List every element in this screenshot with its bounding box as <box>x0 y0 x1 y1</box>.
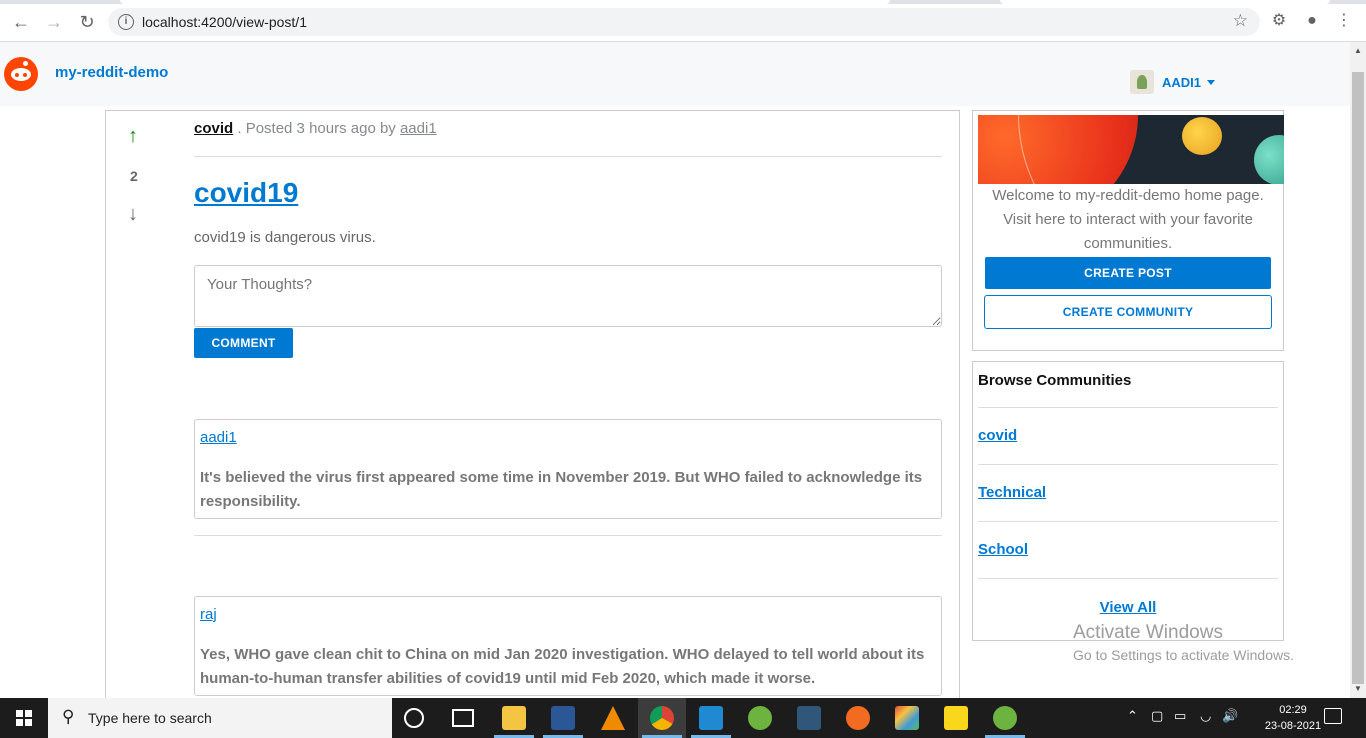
divider <box>978 578 1278 579</box>
tab-strip <box>0 0 1366 4</box>
community-link-school[interactable]: School <box>978 541 1028 558</box>
word-icon[interactable] <box>551 706 575 730</box>
scroll-thumb[interactable] <box>1352 72 1364 684</box>
username-label[interactable]: AADI1 <box>1162 75 1201 90</box>
notification-icon[interactable] <box>1324 708 1342 724</box>
clock-time: 02:29 <box>1279 704 1307 716</box>
post-card: ↑ 2 ↓ covid . Posted 3 hours ago by aadi… <box>105 110 960 710</box>
app-header: my-reddit-demo AADI1 <box>0 42 1350 106</box>
taskbar-search-placeholder[interactable]: Type here to search <box>88 710 212 726</box>
comment-button[interactable]: COMMENT <box>194 328 293 358</box>
sourcetree-icon[interactable] <box>895 706 919 730</box>
user-menu[interactable]: AADI1 <box>1130 70 1216 94</box>
comment-card: raj Yes, WHO gave clean chit to China on… <box>194 596 942 696</box>
site-info-icon[interactable]: i <box>118 14 134 30</box>
divider <box>978 464 1278 465</box>
browser-toolbar: ← → ↻ i localhost:4200/view-post/1 ☆ ⚙ ●… <box>0 0 1366 42</box>
view-all-link[interactable]: View All <box>973 599 1283 616</box>
downvote-arrow-icon[interactable]: ↓ <box>128 203 138 226</box>
divider <box>978 407 1278 408</box>
author-link[interactable]: aadi1 <box>400 120 437 137</box>
caret-down-icon[interactable] <box>1207 79 1216 85</box>
divider <box>194 535 942 536</box>
task-view-icon[interactable] <box>452 709 474 727</box>
scroll-up-arrow-icon[interactable]: ▲ <box>1354 46 1362 55</box>
taskbar-search[interactable]: ⚲ Type here to search <box>48 698 392 738</box>
back-icon[interactable]: ← <box>10 11 32 33</box>
start-button[interactable] <box>0 698 48 738</box>
search-icon: ⚲ <box>62 707 75 726</box>
profile-icon[interactable]: ● <box>1302 11 1322 31</box>
windows-taskbar: ⚲ Type here to search ⌃ ▢ ▭ ◡ 🔊 02:29 23… <box>0 698 1366 738</box>
chrome-icon[interactable] <box>650 706 674 730</box>
comment-author-link[interactable]: raj <box>200 606 217 623</box>
community-link-covid[interactable]: covid <box>978 427 1017 444</box>
spring-boot-icon[interactable] <box>993 706 1017 730</box>
comment-author-link[interactable]: aadi1 <box>200 429 237 446</box>
comment-textarea[interactable] <box>194 265 942 327</box>
comment-text: Yes, WHO gave clean chit to China on mid… <box>200 646 925 687</box>
forward-icon[interactable]: → <box>43 11 65 33</box>
volume-icon[interactable]: 🔊 <box>1222 708 1238 724</box>
clock-date: 23-08-2021 <box>1264 720 1322 732</box>
taskbar-clock[interactable]: 02:29 23-08-2021 <box>1263 702 1323 734</box>
space-banner-image <box>978 115 1284 184</box>
extensions-icon[interactable]: ⚙ <box>1269 11 1289 31</box>
wifi-icon[interactable]: ◡ <box>1200 708 1211 724</box>
activate-windows-title: Activate Windows <box>1073 622 1223 643</box>
divider <box>194 156 942 157</box>
battery-icon[interactable]: ▭ <box>1174 708 1186 724</box>
scroll-down-arrow-icon[interactable]: ▼ <box>1354 684 1362 693</box>
avatar[interactable] <box>1130 70 1154 94</box>
bookmark-star-icon[interactable]: ☆ <box>1233 11 1248 31</box>
post-meta: covid . Posted 3 hours ago by aadi1 <box>194 120 437 137</box>
welcome-card: Welcome to my-reddit-demo home page. Vis… <box>972 110 1284 351</box>
vscode-icon[interactable] <box>699 706 723 730</box>
sticky-notes-icon[interactable] <box>944 706 968 730</box>
community-link[interactable]: covid <box>194 120 233 137</box>
divider <box>978 521 1278 522</box>
cortana-icon[interactable] <box>404 708 424 728</box>
post-title[interactable]: covid19 <box>194 177 298 209</box>
comment-card: aadi1 It's believed the virus first appe… <box>194 419 942 519</box>
mysql-workbench-icon[interactable] <box>797 706 821 730</box>
address-url[interactable]: localhost:4200/view-post/1 <box>142 14 307 30</box>
browse-communities-title: Browse Communities <box>978 372 1132 389</box>
menu-kebab-icon[interactable]: ⋮ <box>1334 11 1354 31</box>
reddit-logo-icon[interactable] <box>4 57 38 91</box>
spring-tool-icon[interactable] <box>748 706 772 730</box>
activate-windows-subtitle: Go to Settings to activate Windows. <box>1073 647 1294 663</box>
posted-text: . Posted 3 hours ago by <box>237 120 396 137</box>
vote-count: 2 <box>130 168 138 184</box>
brand-link[interactable]: my-reddit-demo <box>55 64 168 81</box>
welcome-text: Welcome to my-reddit-demo home page. Vis… <box>992 187 1264 252</box>
create-post-button[interactable]: CREATE POST <box>985 257 1271 289</box>
comment-text: It's believed the virus first appeared s… <box>200 469 923 510</box>
upvote-arrow-icon[interactable]: ↑ <box>128 125 138 148</box>
file-explorer-icon[interactable] <box>502 706 526 730</box>
windows-logo-icon <box>16 710 32 726</box>
postman-icon[interactable] <box>846 706 870 730</box>
tray-device-icon[interactable]: ▢ <box>1151 708 1163 724</box>
post-body: covid19 is dangerous virus. <box>194 229 376 246</box>
tray-chevron-icon[interactable]: ⌃ <box>1127 708 1138 724</box>
browse-communities-card: Browse Communities covid Technical Schoo… <box>972 361 1284 641</box>
reload-icon[interactable]: ↻ <box>76 11 98 33</box>
page-scrollbar[interactable]: ▲ ▼ <box>1350 42 1366 698</box>
create-community-button[interactable]: CREATE COMMUNITY <box>984 295 1272 329</box>
address-bar[interactable]: i localhost:4200/view-post/1 ☆ <box>108 8 1260 36</box>
vlc-icon[interactable] <box>601 706 625 730</box>
community-link-technical[interactable]: Technical <box>978 484 1046 501</box>
